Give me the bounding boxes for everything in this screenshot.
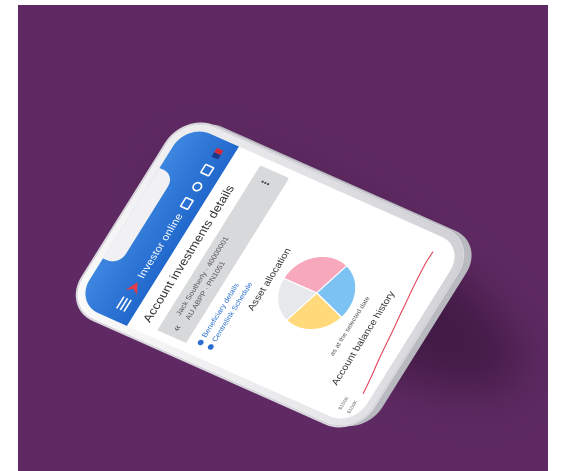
- logo-icon: [125, 280, 143, 295]
- phone-screen: Investor online Account investments deta…: [75, 123, 465, 427]
- more-icon[interactable]: ⋮: [257, 176, 274, 191]
- collapse-icon[interactable]: «: [170, 323, 184, 333]
- link-dot-icon: [196, 338, 205, 347]
- card-icon[interactable]: [178, 196, 194, 211]
- flag-icon[interactable]: [211, 147, 224, 160]
- menu-icon[interactable]: [115, 296, 132, 312]
- phone-mockup: Investor online Account investments deta…: [64, 114, 476, 436]
- link-dot-icon: [206, 343, 215, 351]
- background-panel: Investor online Account investments deta…: [18, 5, 548, 471]
- exit-icon[interactable]: [199, 163, 215, 177]
- gear-icon[interactable]: [189, 180, 205, 193]
